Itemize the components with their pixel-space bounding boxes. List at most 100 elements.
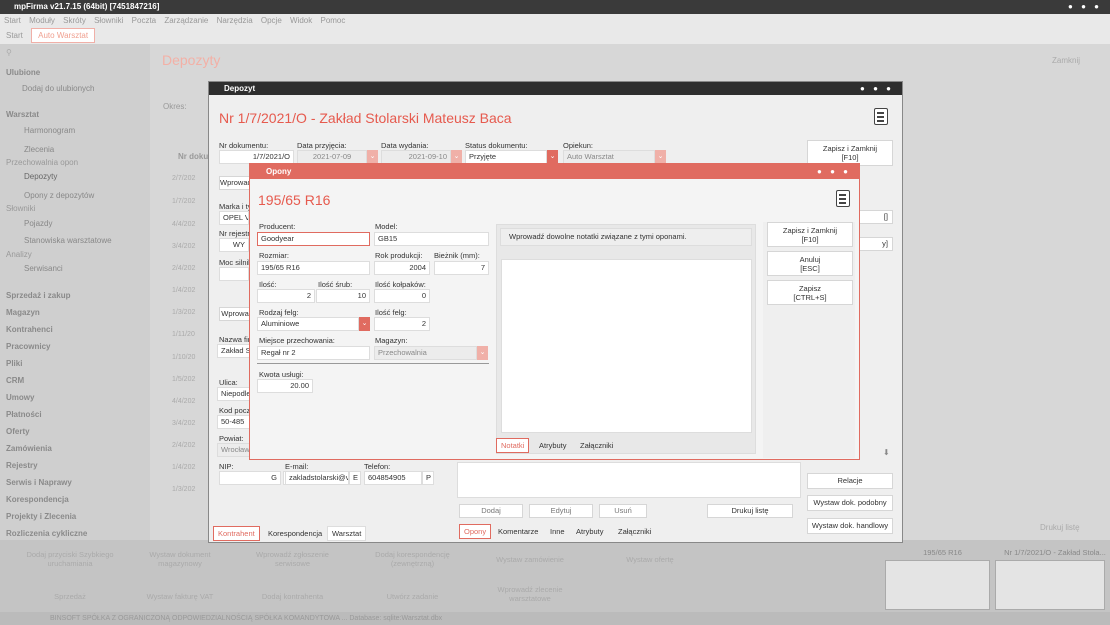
marka-field[interactable]: OPEL VIV <box>219 211 249 225</box>
ilosc-srub-field[interactable]: 10 <box>316 289 370 303</box>
thumb-label-opony[interactable]: 195/65 R16 <box>905 548 980 557</box>
menu-pomoc[interactable]: Pomoc <box>320 16 345 25</box>
quick-service-request-button[interactable]: Wprowadź zgłoszenie serwisowe <box>250 550 335 568</box>
magazyn-select[interactable]: Przechowalnia <box>374 346 477 360</box>
menu-start[interactable]: Start <box>4 16 21 25</box>
sidebar-item-oferty[interactable]: Oferty <box>6 427 30 436</box>
menu-poczta[interactable]: Poczta <box>132 16 156 25</box>
close-button[interactable]: Zamknij <box>1052 56 1080 65</box>
quick-offer-button[interactable]: Wystaw ofertę <box>615 555 685 564</box>
tab-auto-warsztat[interactable]: Auto Warsztat <box>31 28 96 43</box>
thumbnail-opony[interactable] <box>885 560 990 610</box>
nazwa-firmy-field[interactable]: Zakład St <box>217 344 250 358</box>
sidebar-item-dodaj-ulubione[interactable]: Dodaj do ulubionych <box>22 84 95 93</box>
quick-task-button[interactable]: Utwórz zadanie <box>365 592 460 601</box>
quick-sale-button[interactable]: Sprzedaż <box>25 592 115 601</box>
tab-komentarze[interactable]: Komentarze <box>493 524 543 539</box>
sidebar-item-serwis[interactable]: Serwis i Naprawy <box>6 478 72 487</box>
producent-field[interactable]: Goodyear <box>257 232 370 246</box>
tab-opony[interactable]: Opony <box>459 524 492 539</box>
menu-skroty[interactable]: Skróty <box>63 16 86 25</box>
quick-order-button[interactable]: Wystaw zamówienie <box>490 555 570 564</box>
table-row[interactable]: 4/4/202 <box>172 221 195 228</box>
rozmiar-field[interactable]: 195/65 R16 <box>257 261 370 275</box>
relacje-button[interactable]: Relacje <box>807 473 893 489</box>
miejsce-przechowania-field[interactable]: Regał nr 2 <box>257 346 370 360</box>
window-menu-icon[interactable]: ● ● ● <box>817 164 851 179</box>
menu-moduly[interactable]: Moduły <box>29 16 55 25</box>
tab-kontrahent[interactable]: Kontrahent <box>213 526 260 541</box>
table-row[interactable]: 1/11/20 <box>172 331 195 338</box>
sidebar-item-pliki[interactable]: Pliki <box>6 359 22 368</box>
email-field[interactable]: zakladstolarski@v <box>285 471 349 485</box>
chevron-down-icon[interactable]: ⌄ <box>477 346 488 360</box>
ilosc-field[interactable]: 2 <box>257 289 315 303</box>
sidebar-item-opony-z-depozytow[interactable]: Opony z depozytów <box>24 191 94 200</box>
tab-notatki[interactable]: Notatki <box>496 438 530 453</box>
powiat-field[interactable]: Wrocław <box>217 443 250 457</box>
tab-inne[interactable]: Inne <box>545 524 570 539</box>
sidebar-item-kontrahenci[interactable]: Kontrahenci <box>6 325 53 334</box>
table-row[interactable]: 1/7/202 <box>172 198 195 205</box>
window-menu-icon[interactable]: ● ● ● <box>860 82 894 95</box>
table-row[interactable]: 4/4/202 <box>172 398 195 405</box>
tab-zalaczniki[interactable]: Załączniki <box>575 438 618 453</box>
nr-dokumentu-field[interactable]: 1/7/2021/O <box>219 150 294 164</box>
thumb-label-depozyt[interactable]: Nr 1/7/2021/O - Zakład Stola... <box>1000 548 1110 557</box>
rodzaj-felg-select[interactable]: Aluminiowe <box>257 317 359 331</box>
nr-rejestracyjny-field[interactable]: WY <box>219 238 249 252</box>
save-close-button[interactable]: Zapisz i Zamknij [F10] <box>767 222 853 247</box>
sidebar-item-warsztat[interactable]: Warsztat <box>6 110 39 119</box>
chevron-down-icon[interactable]: ⌄ <box>655 150 666 164</box>
chevron-down-icon[interactable]: ⌄ <box>367 150 378 164</box>
sidebar-item-rozliczenia[interactable]: Rozliczenia cykliczne <box>6 529 87 538</box>
sidebar-item-ulubione[interactable]: Ulubione <box>6 68 40 77</box>
sidebar-item-pracownicy[interactable]: Pracownicy <box>6 342 50 351</box>
save-button[interactable]: Zapisz [CTRL+S] <box>767 280 853 305</box>
sidebar-item-umowy[interactable]: Umowy <box>6 393 34 402</box>
menu-opcje[interactable]: Opcje <box>261 16 282 25</box>
sidebar-item-korespondencja[interactable]: Korespondencja <box>6 495 69 504</box>
table-row[interactable]: 2/7/202 <box>172 175 195 182</box>
wprowadz-kontrahent-button[interactable]: Wprowa <box>219 307 251 321</box>
ilosc-felg-field[interactable]: 2 <box>374 317 430 331</box>
quick-add-shortcuts-button[interactable]: Dodaj przyciski Szybkiego uruchamiania <box>25 550 115 568</box>
quick-workshop-order-button[interactable]: Wprowadź zlecenie warsztatowe <box>490 585 570 603</box>
bieznik-field[interactable]: 7 <box>434 261 489 275</box>
table-row[interactable]: 1/10/20 <box>172 354 195 361</box>
wystaw-dok-podobny-button[interactable]: Wystaw dok. podobny <box>807 495 893 511</box>
rok-produkcji-field[interactable]: 2004 <box>374 261 430 275</box>
window-menu-icon[interactable]: ● ● ● <box>1068 0 1102 14</box>
tab-start[interactable]: Start <box>0 29 29 42</box>
sidebar-item-sprzedaz[interactable]: Sprzedaż i zakup <box>6 291 70 300</box>
ulica-field[interactable]: Niepodle <box>217 387 250 401</box>
table-row[interactable]: 2/4/202 <box>172 442 195 449</box>
chevron-down-icon[interactable]: ⌄ <box>451 150 462 164</box>
sidebar-item-pojazdy[interactable]: Pojazdy <box>24 219 52 228</box>
kod-pocztowy-field[interactable]: 50-485 <box>217 415 250 429</box>
nip-field[interactable]: G <box>219 471 281 485</box>
table-row[interactable]: 3/4/202 <box>172 243 195 250</box>
table-row[interactable]: 2/4/202 <box>172 265 195 272</box>
opiekun-select[interactable]: Auto Warsztat <box>563 150 655 164</box>
moc-silnika-field[interactable] <box>219 267 249 281</box>
menu-narzedzia[interactable]: Narzędzia <box>217 16 253 25</box>
edytuj-button[interactable]: Edytuj <box>529 504 593 518</box>
ilosc-kolpakow-field[interactable]: 0 <box>374 289 430 303</box>
dodaj-button[interactable]: Dodaj <box>459 504 523 518</box>
table-row[interactable]: 1/5/202 <box>172 376 195 383</box>
chevron-down-icon[interactable]: ⌄ <box>359 317 370 331</box>
print-list-button-bg[interactable]: Drukuj listę <box>1040 523 1080 532</box>
email-send-icon[interactable]: E <box>349 471 361 485</box>
arrow-down-icon[interactable]: ⬇ <box>883 448 890 457</box>
quick-invoice-button[interactable]: Wystaw fakturę VAT <box>140 592 220 601</box>
data-przyjecia-field[interactable]: 2021-07-09 <box>297 150 367 164</box>
chevron-down-icon[interactable]: ⌄ <box>547 150 558 164</box>
thumbnail-depozyt[interactable] <box>995 560 1105 610</box>
menu-slowniki[interactable]: Słowniki <box>94 16 123 25</box>
cancel-button[interactable]: Anuluj [ESC] <box>767 251 853 276</box>
sidebar-item-magazyn[interactable]: Magazyn <box>6 308 40 317</box>
telefon-field[interactable]: 604854905 <box>364 471 422 485</box>
notes-textarea[interactable] <box>501 259 752 433</box>
sidebar-item-crm[interactable]: CRM <box>6 376 24 385</box>
